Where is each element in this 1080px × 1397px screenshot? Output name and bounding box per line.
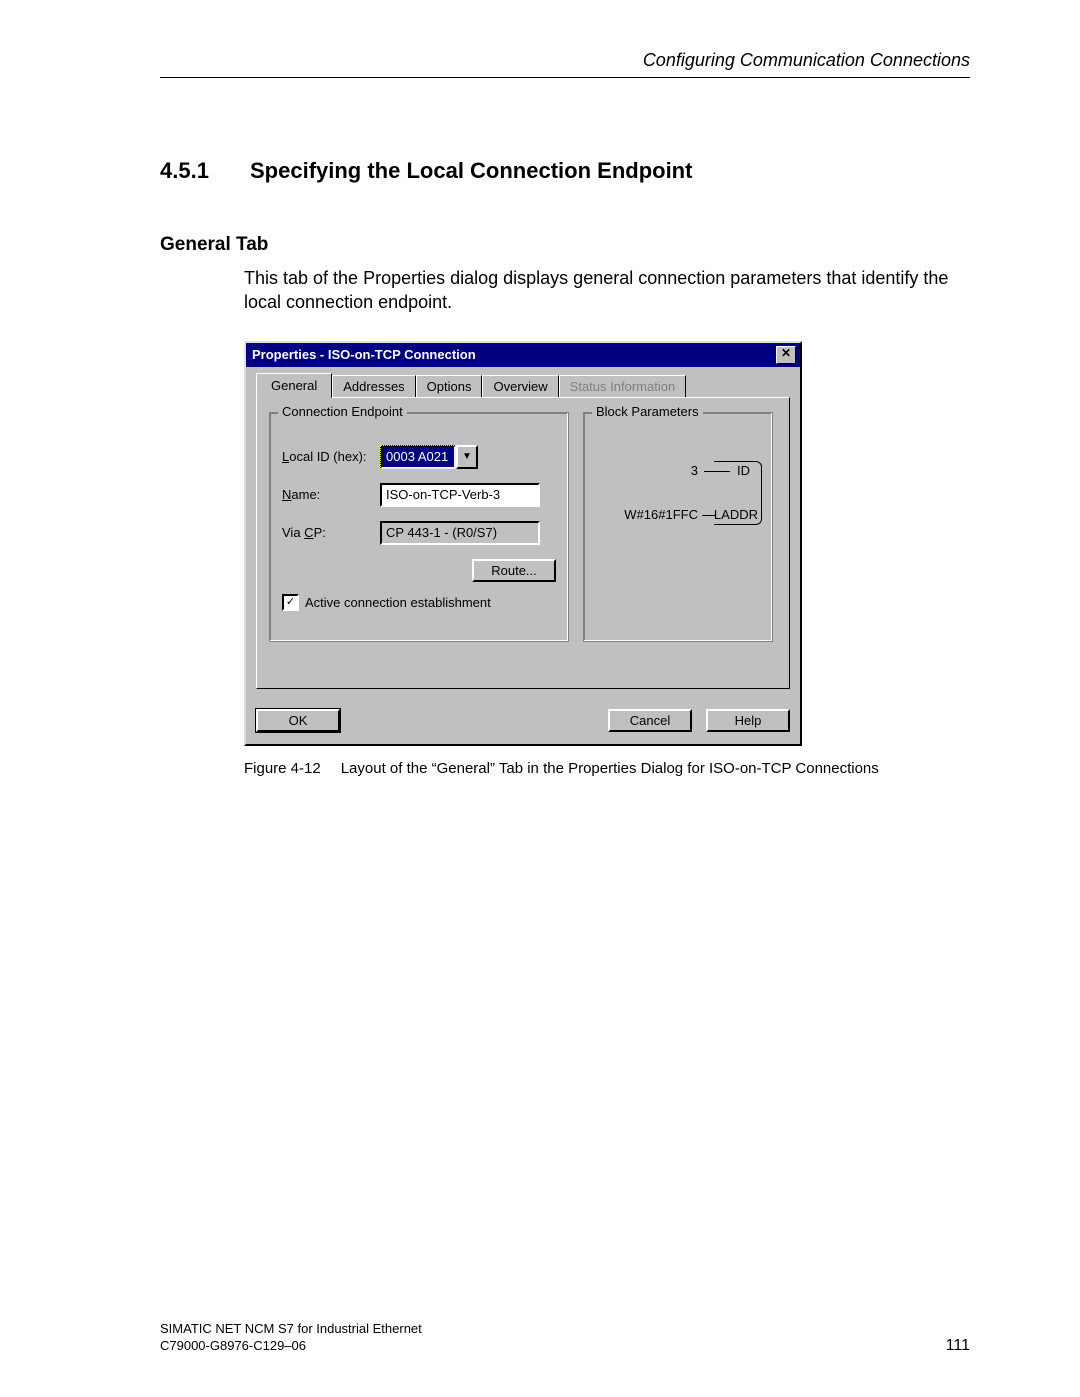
- via-cp-label: Via CP:: [282, 525, 380, 540]
- figure-text: Layout of the “General” Tab in the Prope…: [341, 760, 879, 777]
- active-connection-label: Active connection establishment: [305, 595, 491, 610]
- chevron-down-icon[interactable]: ▼: [456, 445, 478, 469]
- subsection-title: General Tab: [160, 234, 970, 256]
- help-button[interactable]: Help: [706, 709, 790, 732]
- tab-strip: General Addresses Options Overview Statu…: [256, 373, 790, 397]
- via-cp-value: CP 443-1 - (R0/S7): [380, 521, 540, 545]
- figure-caption: Figure 4-12 Layout of the “General” Tab …: [244, 760, 970, 777]
- tab-status-information: Status Information: [559, 375, 687, 397]
- block-parameters-diagram: 3 ID W#16#1FFC LADDR: [596, 461, 760, 561]
- properties-dialog: Properties - ISO-on-TCP Connection ✕ Gen…: [244, 341, 802, 746]
- ok-button[interactable]: OK: [256, 709, 340, 732]
- tab-options[interactable]: Options: [416, 375, 483, 397]
- figure-number: Figure 4-12: [244, 760, 321, 777]
- close-button[interactable]: ✕: [776, 346, 796, 364]
- group-legend-block: Block Parameters: [592, 404, 703, 419]
- section-title: Specifying the Local Connection Endpoint: [250, 158, 692, 184]
- active-connection-checkbox[interactable]: ✓: [282, 594, 299, 611]
- name-label: Name:: [282, 487, 380, 502]
- cancel-button[interactable]: Cancel: [608, 709, 692, 732]
- group-legend-endpoint: Connection Endpoint: [278, 404, 407, 419]
- tab-overview[interactable]: Overview: [482, 375, 558, 397]
- bp-id-value: 3: [691, 463, 698, 478]
- intro-paragraph: This tab of the Properties dialog displa…: [244, 266, 970, 315]
- dialog-title: Properties - ISO-on-TCP Connection: [252, 347, 476, 362]
- tab-addresses[interactable]: Addresses: [332, 375, 415, 397]
- bp-laddr-value: W#16#1FFC: [624, 507, 698, 522]
- tab-panel-general: Connection Endpoint Local ID (hex): 0003…: [256, 397, 790, 689]
- route-button[interactable]: Route...: [472, 559, 556, 582]
- local-id-label: Local ID (hex):: [282, 449, 380, 464]
- page-number: 111: [946, 1337, 970, 1355]
- dialog-button-row: OK Cancel Help: [246, 699, 800, 744]
- page-footer: SIMATIC NET NCM S7 for Industrial Ethern…: [160, 1321, 970, 1355]
- local-id-combo[interactable]: 0003 A021 ▼: [380, 445, 478, 469]
- local-id-value[interactable]: 0003 A021: [380, 445, 456, 469]
- footer-line-1: SIMATIC NET NCM S7 for Industrial Ethern…: [160, 1321, 422, 1338]
- group-block-parameters: Block Parameters 3 ID W#16#1FFC LADDR: [583, 412, 773, 642]
- running-header: Configuring Communication Connections: [160, 50, 970, 78]
- name-input[interactable]: ISO-on-TCP-Verb-3: [380, 483, 540, 507]
- group-connection-endpoint: Connection Endpoint Local ID (hex): 0003…: [269, 412, 569, 642]
- footer-line-2: C79000-G8976-C129–06: [160, 1338, 422, 1355]
- section-number: 4.5.1: [160, 158, 250, 184]
- section-heading: 4.5.1 Specifying the Local Connection En…: [160, 158, 970, 184]
- dialog-titlebar: Properties - ISO-on-TCP Connection ✕: [246, 343, 800, 367]
- tab-general[interactable]: General: [256, 373, 332, 398]
